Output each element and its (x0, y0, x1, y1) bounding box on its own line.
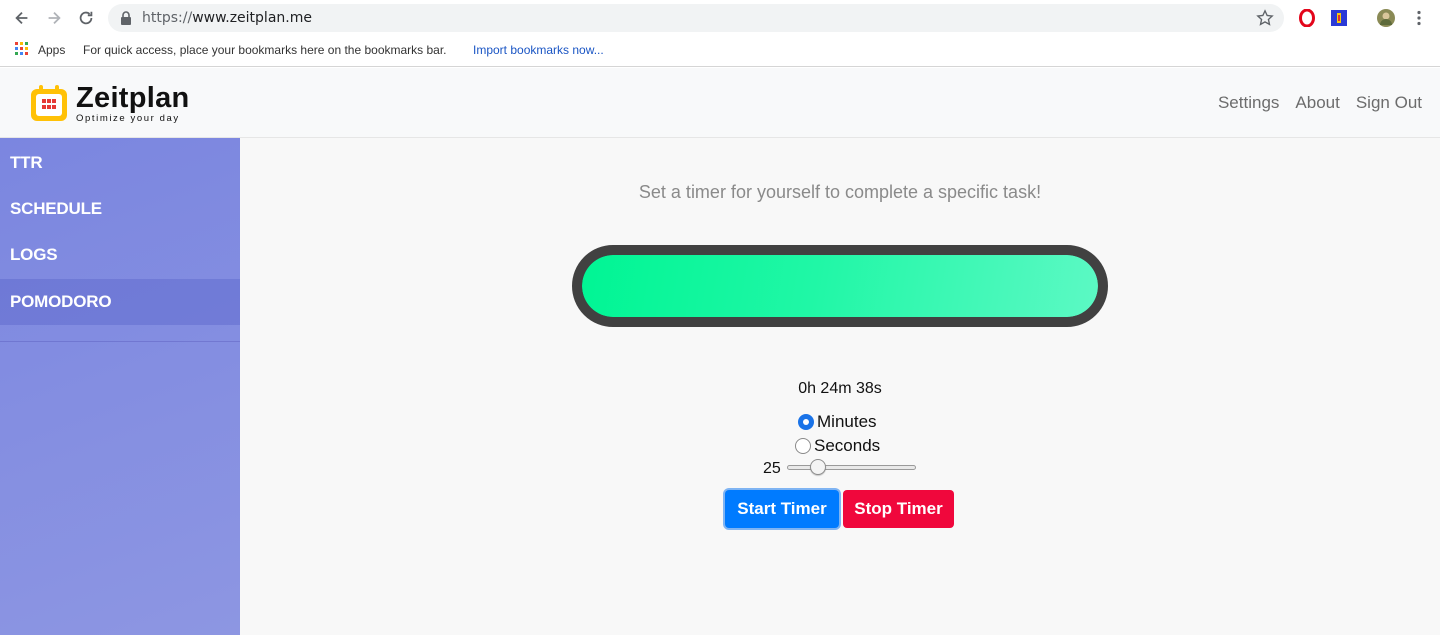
unit-option-seconds[interactable]: Seconds (795, 436, 880, 456)
sidebar: TTR SCHEDULE LOGS POMODORO (0, 138, 240, 635)
sidebar-divider (0, 341, 240, 342)
bookmarks-hint: For quick access, place your bookmarks h… (83, 43, 447, 57)
browser-toolbar: https://www.zeitplan.me (0, 0, 1440, 36)
bookmark-star-icon[interactable] (1256, 9, 1274, 27)
opera-extension-icon[interactable] (1298, 9, 1316, 27)
sidebar-item-schedule[interactable]: SCHEDULE (0, 186, 240, 232)
nav-settings-link[interactable]: Settings (1218, 93, 1279, 113)
seconds-radio[interactable] (795, 438, 811, 454)
logo-title[interactable]: Zeitplan (76, 82, 190, 115)
back-arrow-icon[interactable] (12, 8, 32, 28)
duration-slider-track[interactable] (787, 465, 916, 470)
stop-timer-button[interactable]: Stop Timer (843, 490, 954, 528)
nav-about-link[interactable]: About (1295, 93, 1339, 113)
minutes-label: Minutes (817, 412, 877, 431)
profile-avatar-icon[interactable] (1377, 9, 1395, 27)
pomodoro-tagline: Set a timer for yourself to complete a s… (638, 182, 1042, 202)
menu-dots-icon[interactable] (1410, 9, 1428, 27)
sidebar-item-logs[interactable]: LOGS (0, 232, 240, 278)
unit-option-minutes[interactable]: Minutes (798, 412, 877, 432)
url-text: https://www.zeitplan.me (142, 10, 312, 26)
top-navigation: Settings About Sign Out (1218, 93, 1422, 113)
logo-subtitle: Optimize your day (76, 113, 180, 124)
start-timer-button[interactable]: Start Timer (725, 490, 839, 528)
calendar-logo-icon[interactable] (28, 82, 70, 124)
apps-grid-icon[interactable] (15, 42, 28, 55)
import-bookmarks-link[interactable]: Import bookmarks now... (473, 43, 604, 57)
pomodoro-panel: Set a timer for yourself to complete a s… (240, 138, 1440, 635)
extension-icon[interactable] (1330, 9, 1348, 27)
forward-arrow-icon[interactable] (44, 8, 64, 28)
nav-sign-out-link[interactable]: Sign Out (1356, 93, 1422, 113)
address-bar[interactable]: https://www.zeitplan.me (108, 4, 1284, 32)
slider-value: 25 (763, 460, 781, 477)
duration-slider-thumb[interactable] (809, 459, 826, 475)
bookmarks-apps-label[interactable]: Apps (38, 43, 65, 57)
timer-progress-fill (582, 255, 1098, 317)
time-remaining: 0h 24m 38s (798, 380, 882, 397)
seconds-label: Seconds (814, 436, 881, 455)
sidebar-item-pomodoro[interactable]: POMODORO (0, 279, 240, 325)
reload-icon[interactable] (76, 8, 96, 28)
minutes-radio[interactable] (798, 414, 814, 430)
sidebar-item-ttr[interactable]: TTR (0, 140, 240, 186)
lock-icon (121, 11, 131, 25)
timer-progress-bar (572, 245, 1108, 327)
